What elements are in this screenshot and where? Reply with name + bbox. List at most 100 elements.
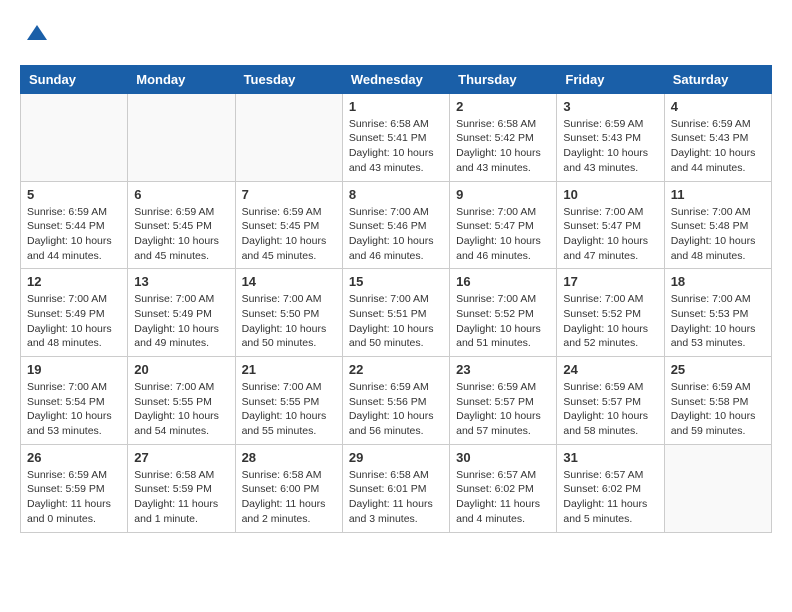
calendar-cell: 22Sunrise: 6:59 AM Sunset: 5:56 PM Dayli…: [342, 357, 449, 445]
calendar-cell: 3 Sunrise: 6:59 AM Sunset: 5:43 PM Daylig…: [557, 93, 664, 181]
weekday-header-monday: Monday: [128, 65, 235, 93]
day-number: 3: [563, 99, 657, 114]
calendar-cell: 16 Sunrise: 7:00 AM Sunset: 5:52 PM Dayli…: [450, 269, 557, 357]
calendar-cell: 25Sunrise: 6:59 AM Sunset: 5:58 PM Dayli…: [664, 357, 771, 445]
calendar-table: SundayMondayTuesdayWednesdayThursdayFrid…: [20, 65, 772, 533]
day-number: 25: [671, 362, 765, 377]
weekday-header-sunday: Sunday: [21, 65, 128, 93]
calendar-cell: [21, 93, 128, 181]
day-number: 15: [349, 274, 443, 289]
day-detail: Sunrise: 7:00 AM Sunset: 5:47 PM Dayligh…: [456, 205, 550, 264]
day-detail: Sunrise: 6:59 AM Sunset: 5:57 PM Dayligh…: [456, 380, 550, 439]
calendar-cell: 31 Sunrise: 6:57 AM Sunset: 6:02 PM Dayli…: [557, 444, 664, 532]
week-row-1: 1Sunrise: 6:58 AM Sunset: 5:41 PM Daylig…: [21, 93, 772, 181]
weekday-header-tuesday: Tuesday: [235, 65, 342, 93]
day-number: 23: [456, 362, 550, 377]
day-number: 11: [671, 187, 765, 202]
day-detail: Sunrise: 6:58 AM Sunset: 6:01 PM Dayligh…: [349, 468, 443, 527]
day-number: 7: [242, 187, 336, 202]
day-detail: Sunrise: 6:59 AM Sunset: 5:43 PM Dayligh…: [563, 117, 657, 176]
calendar-cell: 28 Sunrise: 6:58 AM Sunset: 6:00 PM Dayli…: [235, 444, 342, 532]
day-number: 13: [134, 274, 228, 289]
day-detail: Sunrise: 7:00 AM Sunset: 5:50 PM Dayligh…: [242, 292, 336, 351]
day-detail: Sunrise: 7:00 AM Sunset: 5:55 PM Dayligh…: [242, 380, 336, 439]
weekday-header-row: SundayMondayTuesdayWednesdayThursdayFrid…: [21, 65, 772, 93]
day-detail: Sunrise: 6:59 AM Sunset: 5:44 PM Dayligh…: [27, 205, 121, 264]
day-number: 18: [671, 274, 765, 289]
day-number: 10: [563, 187, 657, 202]
day-number: 1: [349, 99, 443, 114]
calendar-cell: 14 Sunrise: 7:00 AM Sunset: 5:50 PM Dayli…: [235, 269, 342, 357]
calendar-cell: 2 Sunrise: 6:58 AM Sunset: 5:42 PM Daylig…: [450, 93, 557, 181]
calendar-cell: 15 Sunrise: 7:00 AM Sunset: 5:51 PM Dayli…: [342, 269, 449, 357]
week-row-4: 19Sunrise: 7:00 AM Sunset: 5:54 PM Dayli…: [21, 357, 772, 445]
weekday-header-wednesday: Wednesday: [342, 65, 449, 93]
day-detail: Sunrise: 7:00 AM Sunset: 5:53 PM Dayligh…: [671, 292, 765, 351]
calendar-cell: 7 Sunrise: 6:59 AM Sunset: 5:45 PM Daylig…: [235, 181, 342, 269]
day-detail: Sunrise: 6:57 AM Sunset: 6:02 PM Dayligh…: [563, 468, 657, 527]
day-number: 9: [456, 187, 550, 202]
week-row-2: 5 Sunrise: 6:59 AM Sunset: 5:44 PM Daylig…: [21, 181, 772, 269]
day-number: 28: [242, 450, 336, 465]
day-detail: Sunrise: 6:59 AM Sunset: 5:43 PM Dayligh…: [671, 117, 765, 176]
day-detail: Sunrise: 6:58 AM Sunset: 5:59 PM Dayligh…: [134, 468, 228, 527]
day-number: 21: [242, 362, 336, 377]
calendar-cell: [235, 93, 342, 181]
day-detail: Sunrise: 6:58 AM Sunset: 5:42 PM Dayligh…: [456, 117, 550, 176]
day-number: 12: [27, 274, 121, 289]
calendar-cell: [664, 444, 771, 532]
day-detail: Sunrise: 6:59 AM Sunset: 5:56 PM Dayligh…: [349, 380, 443, 439]
day-number: 5: [27, 187, 121, 202]
weekday-header-friday: Friday: [557, 65, 664, 93]
day-number: 8: [349, 187, 443, 202]
day-number: 17: [563, 274, 657, 289]
calendar-cell: 6 Sunrise: 6:59 AM Sunset: 5:45 PM Daylig…: [128, 181, 235, 269]
day-detail: Sunrise: 6:59 AM Sunset: 5:45 PM Dayligh…: [134, 205, 228, 264]
day-number: 31: [563, 450, 657, 465]
calendar-cell: 9 Sunrise: 7:00 AM Sunset: 5:47 PM Daylig…: [450, 181, 557, 269]
logo-icon: [22, 20, 52, 50]
day-detail: Sunrise: 6:59 AM Sunset: 5:57 PM Dayligh…: [563, 380, 657, 439]
calendar-cell: 23 Sunrise: 6:59 AM Sunset: 5:57 PM Dayli…: [450, 357, 557, 445]
calendar-cell: 1Sunrise: 6:58 AM Sunset: 5:41 PM Daylig…: [342, 93, 449, 181]
calendar-cell: 4 Sunrise: 6:59 AM Sunset: 5:43 PM Daylig…: [664, 93, 771, 181]
day-detail: Sunrise: 7:00 AM Sunset: 5:51 PM Dayligh…: [349, 292, 443, 351]
calendar-cell: 10 Sunrise: 7:00 AM Sunset: 5:47 PM Dayli…: [557, 181, 664, 269]
day-detail: Sunrise: 7:00 AM Sunset: 5:48 PM Dayligh…: [671, 205, 765, 264]
day-detail: Sunrise: 6:57 AM Sunset: 6:02 PM Dayligh…: [456, 468, 550, 527]
day-detail: Sunrise: 7:00 AM Sunset: 5:52 PM Dayligh…: [563, 292, 657, 351]
day-detail: Sunrise: 7:00 AM Sunset: 5:49 PM Dayligh…: [134, 292, 228, 351]
day-number: 6: [134, 187, 228, 202]
day-number: 20: [134, 362, 228, 377]
day-detail: Sunrise: 7:00 AM Sunset: 5:54 PM Dayligh…: [27, 380, 121, 439]
calendar-cell: 30 Sunrise: 6:57 AM Sunset: 6:02 PM Dayli…: [450, 444, 557, 532]
calendar-cell: 26Sunrise: 6:59 AM Sunset: 5:59 PM Dayli…: [21, 444, 128, 532]
calendar-cell: 27 Sunrise: 6:58 AM Sunset: 5:59 PM Dayli…: [128, 444, 235, 532]
calendar-cell: 12 Sunrise: 7:00 AM Sunset: 5:49 PM Dayli…: [21, 269, 128, 357]
calendar-cell: 20Sunrise: 7:00 AM Sunset: 5:55 PM Dayli…: [128, 357, 235, 445]
calendar-cell: 17 Sunrise: 7:00 AM Sunset: 5:52 PM Dayli…: [557, 269, 664, 357]
day-number: 27: [134, 450, 228, 465]
day-detail: Sunrise: 7:00 AM Sunset: 5:49 PM Dayligh…: [27, 292, 121, 351]
day-number: 2: [456, 99, 550, 114]
day-detail: Sunrise: 7:00 AM Sunset: 5:52 PM Dayligh…: [456, 292, 550, 351]
day-number: 16: [456, 274, 550, 289]
week-row-3: 12 Sunrise: 7:00 AM Sunset: 5:49 PM Dayli…: [21, 269, 772, 357]
calendar-cell: 5 Sunrise: 6:59 AM Sunset: 5:44 PM Daylig…: [21, 181, 128, 269]
day-detail: Sunrise: 7:00 AM Sunset: 5:47 PM Dayligh…: [563, 205, 657, 264]
calendar-cell: 11 Sunrise: 7:00 AM Sunset: 5:48 PM Dayli…: [664, 181, 771, 269]
calendar-cell: 18 Sunrise: 7:00 AM Sunset: 5:53 PM Dayli…: [664, 269, 771, 357]
day-number: 24: [563, 362, 657, 377]
day-detail: Sunrise: 6:59 AM Sunset: 5:45 PM Dayligh…: [242, 205, 336, 264]
calendar-cell: 8Sunrise: 7:00 AM Sunset: 5:46 PM Daylig…: [342, 181, 449, 269]
day-number: 4: [671, 99, 765, 114]
week-row-5: 26Sunrise: 6:59 AM Sunset: 5:59 PM Dayli…: [21, 444, 772, 532]
day-number: 14: [242, 274, 336, 289]
day-number: 30: [456, 450, 550, 465]
calendar-cell: [128, 93, 235, 181]
day-detail: Sunrise: 6:58 AM Sunset: 6:00 PM Dayligh…: [242, 468, 336, 527]
day-detail: Sunrise: 6:59 AM Sunset: 5:59 PM Dayligh…: [27, 468, 121, 527]
calendar-cell: 19Sunrise: 7:00 AM Sunset: 5:54 PM Dayli…: [21, 357, 128, 445]
weekday-header-saturday: Saturday: [664, 65, 771, 93]
logo: [20, 20, 52, 55]
